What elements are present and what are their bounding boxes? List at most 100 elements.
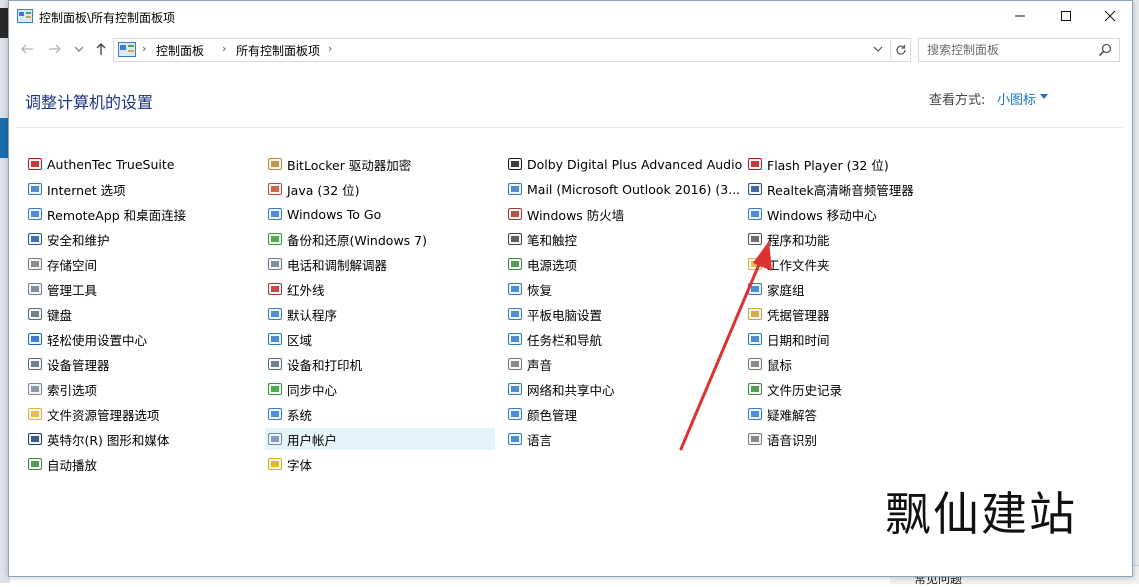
forward-button[interactable] xyxy=(45,40,65,58)
refresh-button[interactable] xyxy=(890,40,911,60)
breadcrumb-separator-icon[interactable]: › xyxy=(328,42,332,55)
color-management-icon xyxy=(507,406,523,422)
control-panel-item[interactable]: 安全和维护 xyxy=(25,228,255,250)
back-button[interactable] xyxy=(17,40,37,58)
control-panel-item-label: 平板电脑设置 xyxy=(527,307,603,323)
device-manager-icon xyxy=(27,356,43,372)
control-panel-item-label: Flash Player (32 位) xyxy=(767,157,889,173)
control-panel-item-label: 声音 xyxy=(527,357,553,373)
control-panel-item[interactable]: Windows To Go xyxy=(265,203,495,225)
user-accounts-icon xyxy=(267,431,283,447)
remoteapp-icon xyxy=(27,206,43,222)
admin-tools-icon xyxy=(27,281,43,297)
control-panel-item[interactable]: 设备管理器 xyxy=(25,353,255,375)
control-panel-item-label: 存储空间 xyxy=(47,257,98,273)
control-panel-item[interactable]: 系统 xyxy=(265,403,495,425)
control-panel-item[interactable]: Flash Player (32 位) xyxy=(745,153,975,175)
dolby-icon xyxy=(507,156,523,172)
control-panel-item-label: 设备管理器 xyxy=(47,357,110,373)
control-panel-item-label: Java (32 位) xyxy=(287,182,360,198)
control-panel-item-label: 安全和维护 xyxy=(47,232,110,248)
sound-icon xyxy=(507,356,523,372)
infrared-icon xyxy=(267,281,283,297)
breadcrumb-separator-icon[interactable]: › xyxy=(142,42,146,55)
control-panel-item-label: Mail (Microsoft Outlook 2016) (3... xyxy=(527,181,741,197)
minimize-button[interactable] xyxy=(997,1,1043,31)
search-input[interactable] xyxy=(919,39,1099,61)
control-panel-item-label: 管理工具 xyxy=(47,282,98,298)
control-panel-item[interactable]: 同步中心 xyxy=(265,378,495,400)
control-panel-item-label: 恢复 xyxy=(527,282,553,298)
caret-down-icon[interactable] xyxy=(1040,94,1048,99)
close-button[interactable] xyxy=(1087,1,1133,31)
control-panel-item[interactable]: RemoteApp 和桌面连接 xyxy=(25,203,255,225)
control-panel-item[interactable]: 备份和还原(Windows 7) xyxy=(265,228,495,250)
internet-options-icon xyxy=(27,181,43,197)
region-icon xyxy=(267,331,283,347)
control-panel-item[interactable]: Mail (Microsoft Outlook 2016) (3... xyxy=(505,178,740,200)
control-panel-item[interactable]: Dolby Digital Plus Advanced Audio xyxy=(505,153,742,175)
control-panel-item[interactable]: 存储空间 xyxy=(25,253,255,275)
control-panel-item-label: Realtek高清晰音频管理器 xyxy=(767,182,914,198)
control-panel-item[interactable]: BitLocker 驱动器加密 xyxy=(265,153,495,175)
sync-icon xyxy=(267,381,283,397)
fingerprint-icon xyxy=(27,156,43,172)
firewall-icon xyxy=(507,206,523,222)
control-panel-item[interactable]: Java (32 位) xyxy=(265,178,495,200)
control-panel-item-label: 电源选项 xyxy=(527,257,578,273)
printer-icon xyxy=(267,356,283,372)
control-panel-item[interactable]: 索引选项 xyxy=(25,378,255,400)
control-panel-item-label: 键盘 xyxy=(47,307,73,323)
recent-locations-button[interactable] xyxy=(69,40,89,58)
control-panel-item[interactable]: Realtek高清晰音频管理器 xyxy=(745,178,975,200)
network-icon xyxy=(507,381,523,397)
up-button[interactable] xyxy=(91,40,111,58)
control-panel-item[interactable]: Windows 移动中心 xyxy=(745,203,975,225)
search-icon[interactable] xyxy=(1097,42,1113,58)
control-panel-item[interactable]: 用户帐户 xyxy=(265,428,495,450)
windows-to-go-icon xyxy=(267,206,283,222)
java-icon xyxy=(267,181,283,197)
window-title: 控制面板\所有控制面板项 xyxy=(39,11,176,25)
control-panel-item[interactable]: 电话和调制解调器 xyxy=(265,253,495,275)
control-panel-item[interactable]: AuthenTec TrueSuite xyxy=(25,153,255,175)
autoplay-icon xyxy=(27,456,43,472)
control-panel-item[interactable]: 英特尔(R) 图形和媒体 xyxy=(25,428,255,450)
control-panel-item-label: 用户帐户 xyxy=(287,432,338,448)
power-icon xyxy=(507,256,523,272)
control-panel-item-label: 语言 xyxy=(527,432,553,448)
ease-of-access-icon xyxy=(27,331,43,347)
control-panel-item[interactable]: Windows 防火墙 xyxy=(505,203,735,225)
control-panel-item[interactable]: 管理工具 xyxy=(25,278,255,300)
control-panel-item-label: Windows 防火墙 xyxy=(527,207,625,223)
address-history-button[interactable] xyxy=(870,41,886,57)
taskbar-icon xyxy=(507,331,523,347)
control-panel-item[interactable]: 自动播放 xyxy=(25,453,255,475)
pen-icon xyxy=(507,231,523,247)
arrow-up-icon xyxy=(96,43,106,55)
control-panel-item[interactable]: Internet 选项 xyxy=(25,178,255,200)
watermark-text: 飘仙建站 xyxy=(885,487,1077,541)
control-panel-item[interactable]: 默认程序 xyxy=(265,303,495,325)
control-panel-item-label: RemoteApp 和桌面连接 xyxy=(47,207,187,223)
close-icon xyxy=(1104,10,1116,22)
control-panel-item[interactable]: 设备和打印机 xyxy=(265,353,495,375)
breadcrumb-control-panel[interactable]: 控制面板 xyxy=(156,42,204,59)
control-panel-item[interactable]: 键盘 xyxy=(25,303,255,325)
control-panel-item[interactable]: 文件资源管理器选项 xyxy=(25,403,255,425)
control-panel-item[interactable]: 字体 xyxy=(265,453,495,475)
view-by-dropdown[interactable]: 小图标 xyxy=(997,89,1036,108)
folder-options-icon xyxy=(27,406,43,422)
breadcrumb-separator-icon[interactable]: › xyxy=(222,42,226,55)
realtek-icon xyxy=(747,181,763,197)
title-bar[interactable]: 控制面板\所有控制面板项 xyxy=(9,1,1132,33)
maximize-button[interactable] xyxy=(1043,1,1089,31)
control-panel-item-label: Dolby Digital Plus Advanced Audio xyxy=(527,156,743,172)
bitlocker-icon xyxy=(267,156,283,172)
control-panel-item[interactable]: 区域 xyxy=(265,328,495,350)
control-panel-item[interactable]: 轻松使用设置中心 xyxy=(25,328,255,350)
address-bar[interactable]: › 控制面板 › 所有控制面板项 › xyxy=(113,38,911,62)
control-panel-item[interactable]: 红外线 xyxy=(265,278,495,300)
breadcrumb-all-items[interactable]: 所有控制面板项 xyxy=(236,42,320,59)
security-flag-icon xyxy=(27,231,43,247)
